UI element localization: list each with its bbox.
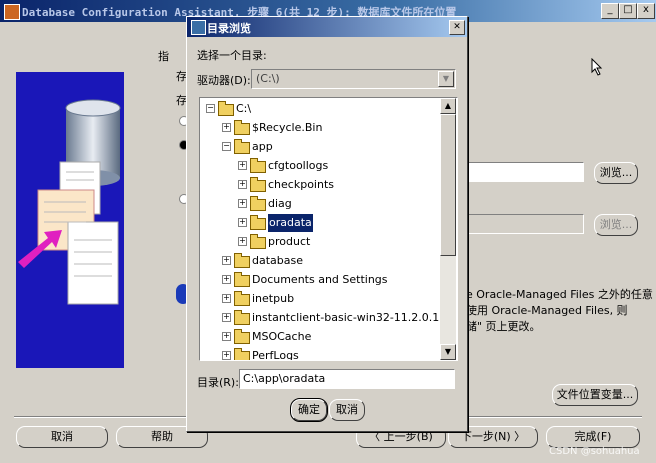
close-button[interactable]: x bbox=[637, 3, 655, 19]
tree-item-label: cfgtoollogs bbox=[268, 159, 329, 172]
folder-icon bbox=[234, 291, 250, 306]
tree-item-label: checkpoints bbox=[268, 178, 334, 191]
folder-icon bbox=[234, 272, 250, 287]
dialog-close-button[interactable]: ✕ bbox=[449, 20, 465, 35]
choose-directory-label: 选择一个目录: bbox=[197, 49, 267, 62]
drive-value: (C:\) bbox=[256, 72, 280, 85]
tree-item-label: inetpub bbox=[252, 292, 295, 305]
file-location-field-disabled bbox=[466, 214, 584, 234]
minimize-button[interactable]: _ bbox=[601, 3, 619, 19]
info-line-3: 储" 页上更改。 bbox=[466, 320, 541, 333]
folder-icon bbox=[250, 215, 266, 230]
folder-icon bbox=[234, 348, 250, 360]
folder-icon bbox=[234, 120, 250, 135]
mouse-cursor-icon bbox=[591, 58, 603, 76]
app-icon bbox=[4, 4, 20, 20]
dialog-title: 目录浏览 bbox=[207, 22, 251, 35]
tree-scrollbar[interactable]: ▲ ▼ bbox=[440, 98, 456, 360]
file-location-variables-button[interactable]: 文件位置变量... bbox=[552, 384, 638, 406]
folder-icon bbox=[234, 329, 250, 344]
maximize-button[interactable]: □ bbox=[619, 3, 637, 19]
expand-icon[interactable]: + bbox=[238, 199, 247, 208]
dialog-app-icon bbox=[191, 20, 206, 35]
expand-icon[interactable]: + bbox=[222, 275, 231, 284]
expand-icon[interactable]: + bbox=[238, 180, 247, 189]
scroll-up-arrow-icon[interactable]: ▲ bbox=[440, 98, 456, 114]
collapse-icon[interactable]: − bbox=[206, 104, 215, 113]
partial-label-1: 指 bbox=[158, 50, 169, 63]
dialog-cancel-button[interactable]: 取消 bbox=[329, 399, 365, 421]
directory-input[interactable]: C:\app\oradata bbox=[239, 369, 455, 389]
folder-icon bbox=[250, 196, 266, 211]
collapse-icon[interactable]: − bbox=[222, 142, 231, 151]
expand-icon[interactable]: + bbox=[222, 123, 231, 132]
watermark: CSDN @sohuahua bbox=[549, 446, 640, 457]
tree-item-label: product bbox=[268, 235, 311, 248]
chevron-right-icon: 〉 bbox=[510, 430, 526, 443]
browse-button-disabled: 浏览... bbox=[594, 214, 638, 236]
expand-icon[interactable]: + bbox=[222, 256, 231, 265]
folder-icon bbox=[234, 310, 250, 325]
info-line-2: 使用 Oracle-Managed Files, 则 bbox=[466, 304, 628, 317]
finish-button[interactable]: 完成(F) bbox=[546, 426, 640, 448]
drive-label: 驱动器(D): bbox=[197, 74, 251, 87]
tree-item-label: database bbox=[252, 254, 303, 267]
directory-label: 目录(R): bbox=[197, 376, 239, 389]
tree-item-label: Documents and Settings bbox=[252, 273, 388, 286]
expand-icon[interactable]: + bbox=[222, 351, 231, 360]
tree-item-label: instantclient-basic-win32-11.2.0.1.0 bbox=[252, 311, 450, 324]
tree-item-label: $Recycle.Bin bbox=[252, 121, 323, 134]
folder-icon bbox=[250, 158, 266, 173]
browse-button[interactable]: 浏览... bbox=[594, 162, 638, 184]
expand-icon[interactable]: + bbox=[238, 161, 247, 170]
directory-browse-dialog: 目录浏览 ✕ 选择一个目录: 驱动器(D): (C:\) ▼ − C:\ + $Rec… bbox=[186, 16, 468, 432]
folder-icon bbox=[218, 101, 234, 116]
tree-item-label: PerfLogs bbox=[252, 349, 299, 361]
folder-icon bbox=[250, 234, 266, 249]
expand-icon[interactable]: + bbox=[238, 218, 247, 227]
scroll-down-arrow-icon[interactable]: ▼ bbox=[440, 344, 456, 360]
info-line-1: e Oracle-Managed Files 之外的任意 bbox=[466, 288, 653, 301]
cancel-button[interactable]: 取消 bbox=[16, 426, 108, 448]
folder-icon bbox=[234, 139, 250, 154]
tree-item-label: oradata bbox=[267, 213, 314, 233]
folder-icon bbox=[234, 253, 250, 268]
expand-icon[interactable]: + bbox=[222, 294, 231, 303]
file-location-field[interactable] bbox=[466, 162, 584, 182]
ok-button[interactable]: 确定 bbox=[290, 398, 328, 422]
tree-item-label: app bbox=[252, 140, 273, 153]
dialog-title-bar: 目录浏览 ✕ bbox=[187, 17, 467, 37]
drive-select[interactable]: (C:\) ▼ bbox=[251, 69, 456, 89]
scroll-thumb[interactable] bbox=[440, 114, 456, 256]
database-documents-illustration bbox=[18, 99, 121, 305]
directory-tree[interactable]: − C:\ + $Recycle.Bin − app + cfgtoollogs + checkp… bbox=[199, 97, 458, 361]
tree-item-label: diag bbox=[268, 197, 292, 210]
expand-icon[interactable]: + bbox=[222, 332, 231, 341]
expand-icon[interactable]: + bbox=[238, 237, 247, 246]
folder-icon bbox=[250, 177, 266, 192]
wizard-illustration bbox=[16, 72, 124, 368]
next-label: 下一步(N) bbox=[460, 430, 511, 443]
tree-item-label: C:\ bbox=[236, 102, 252, 115]
tree-item-label: MSOCache bbox=[252, 330, 312, 343]
directory-value: C:\app\oradata bbox=[243, 372, 326, 385]
expand-icon[interactable]: + bbox=[222, 313, 231, 322]
chevron-down-icon[interactable]: ▼ bbox=[438, 71, 454, 87]
